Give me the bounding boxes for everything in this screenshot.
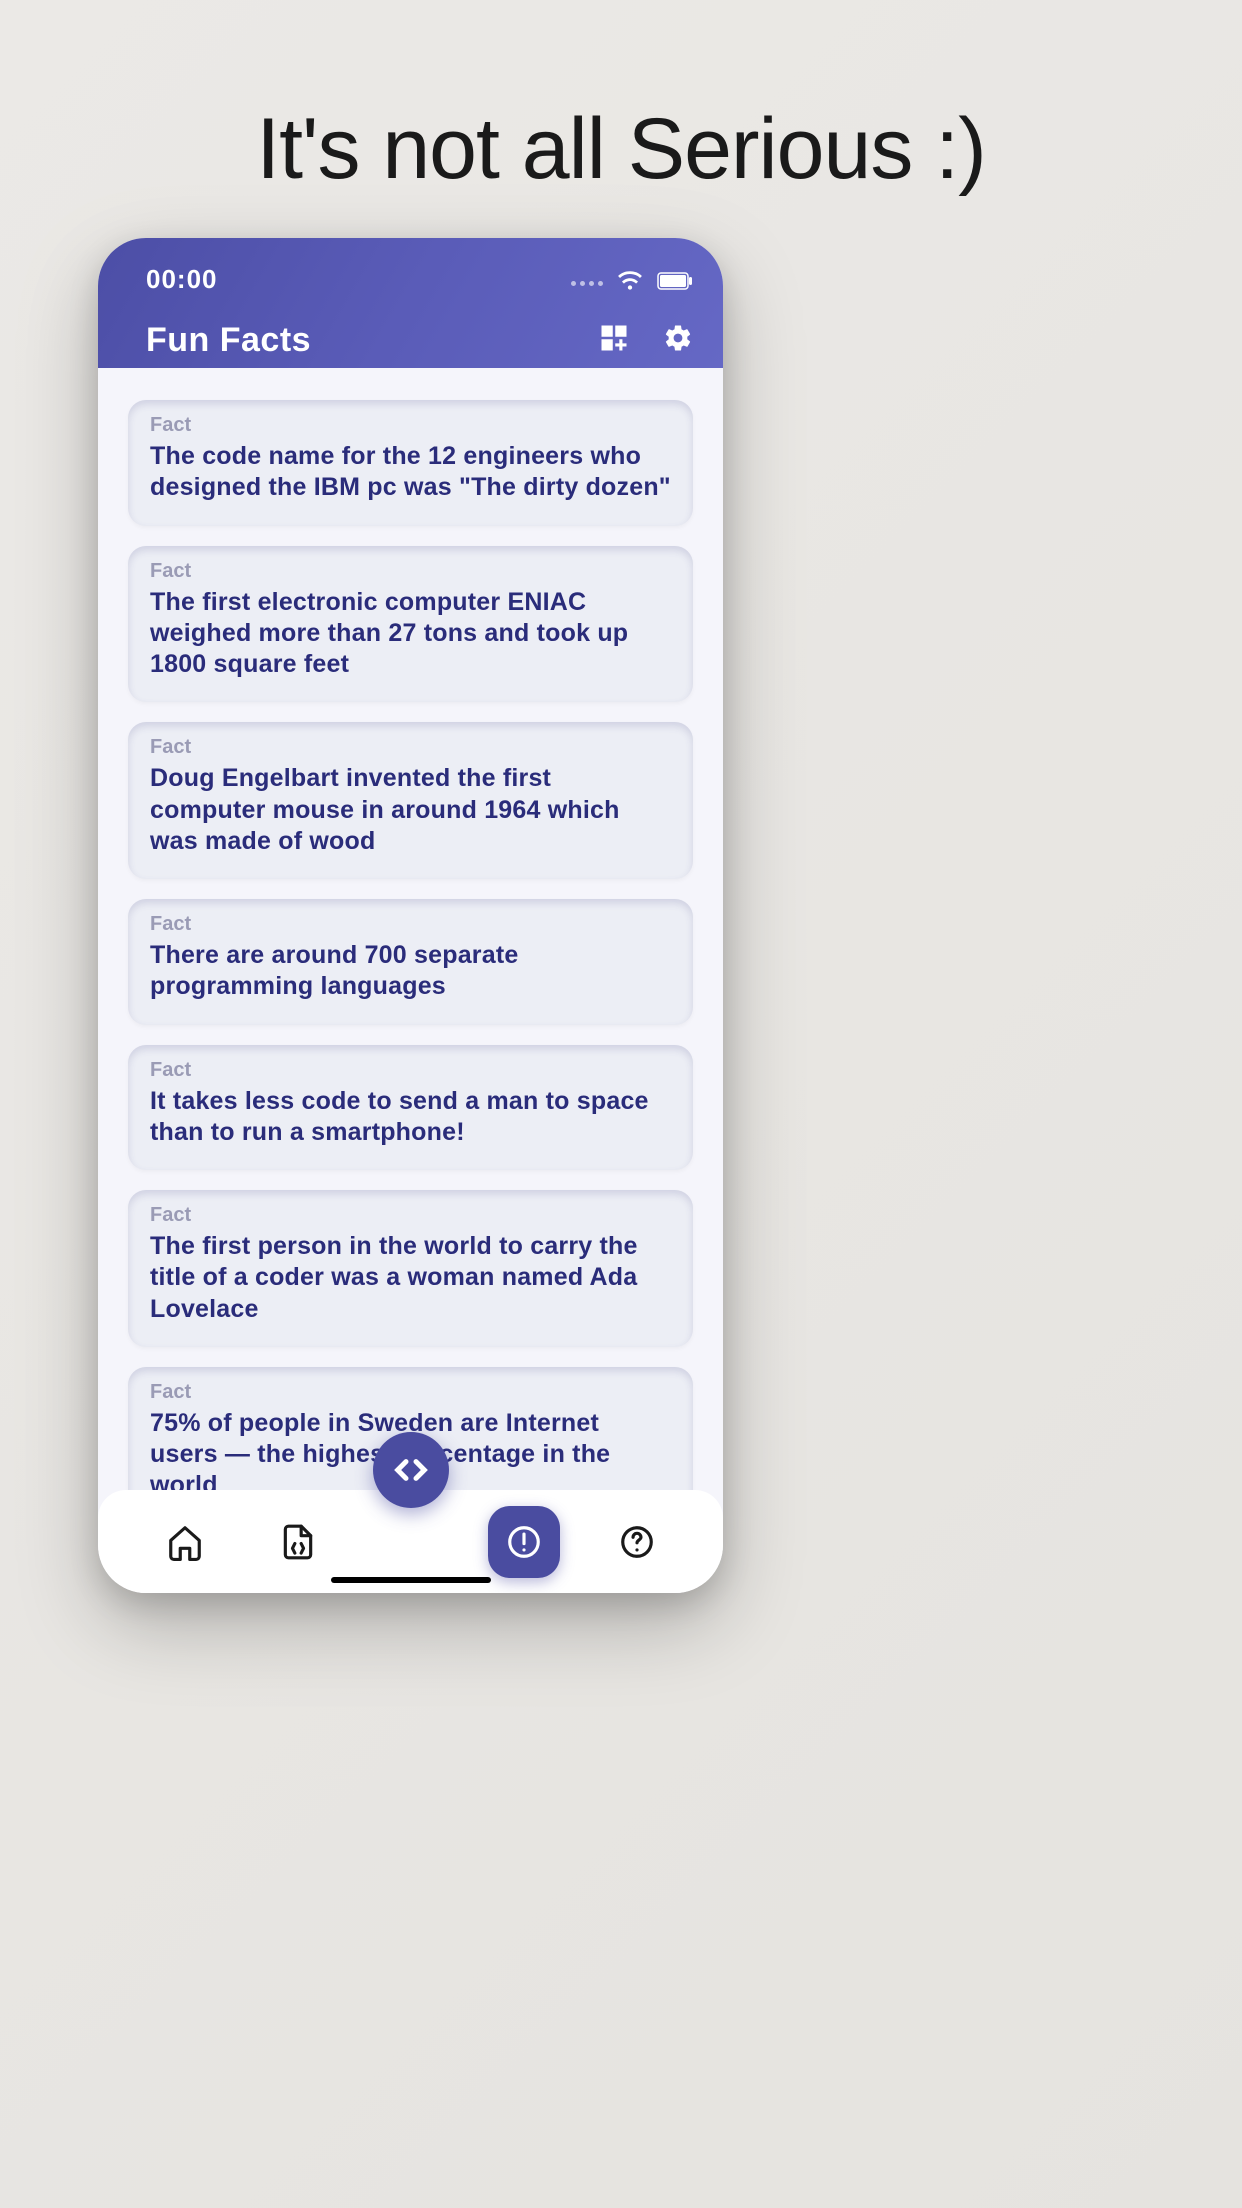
code-fab-button[interactable]	[373, 1432, 449, 1508]
app-header: Fun Facts	[98, 308, 723, 372]
fact-card[interactable]: Fact It takes less code to send a man to…	[128, 1045, 693, 1171]
widgets-icon[interactable]	[599, 323, 629, 358]
nav-document[interactable]	[262, 1506, 334, 1578]
home-indicator[interactable]	[331, 1577, 491, 1583]
fact-card[interactable]: Fact The first person in the world to ca…	[128, 1190, 693, 1347]
fact-text: Doug Engelbart invented the first comput…	[150, 763, 671, 857]
facts-list[interactable]: Fact The code name for the 12 engineers …	[98, 368, 723, 1490]
fact-text: The first person in the world to carry t…	[150, 1231, 671, 1325]
fact-text: The code name for the 12 engineers who d…	[150, 441, 671, 504]
fact-card[interactable]: Fact The first electronic computer ENIAC…	[128, 546, 693, 703]
fact-label: Fact	[150, 913, 671, 936]
fact-card[interactable]: Fact Doug Engelbart invented the first c…	[128, 722, 693, 879]
header-actions	[599, 323, 693, 358]
status-time: 00:00	[146, 264, 218, 295]
fact-label: Fact	[150, 736, 671, 759]
fact-text: The first electronic computer ENIAC weig…	[150, 587, 671, 681]
fact-label: Fact	[150, 1381, 671, 1404]
signal-icon	[571, 281, 603, 286]
page-title: Fun Facts	[146, 321, 311, 360]
fact-label: Fact	[150, 1059, 671, 1082]
marketing-title: It's not all Serious :)	[0, 100, 1242, 199]
fact-label: Fact	[150, 560, 671, 583]
fact-label: Fact	[150, 1204, 671, 1227]
fact-card[interactable]: Fact There are around 700 separate progr…	[128, 899, 693, 1025]
phone-frame: 00:00 Fun Facts Fact The code	[98, 238, 723, 1593]
status-icons	[571, 264, 693, 299]
fact-text: It takes less code to send a man to spac…	[150, 1086, 671, 1149]
nav-alert[interactable]	[488, 1506, 560, 1578]
wifi-icon	[617, 268, 643, 299]
nav-home[interactable]	[149, 1506, 221, 1578]
battery-icon	[657, 272, 693, 295]
fact-card[interactable]: Fact The code name for the 12 engineers …	[128, 400, 693, 526]
fact-label: Fact	[150, 414, 671, 437]
nav-help[interactable]	[601, 1506, 673, 1578]
gear-icon[interactable]	[663, 323, 693, 358]
fact-text: There are around 700 separate programmin…	[150, 940, 671, 1003]
